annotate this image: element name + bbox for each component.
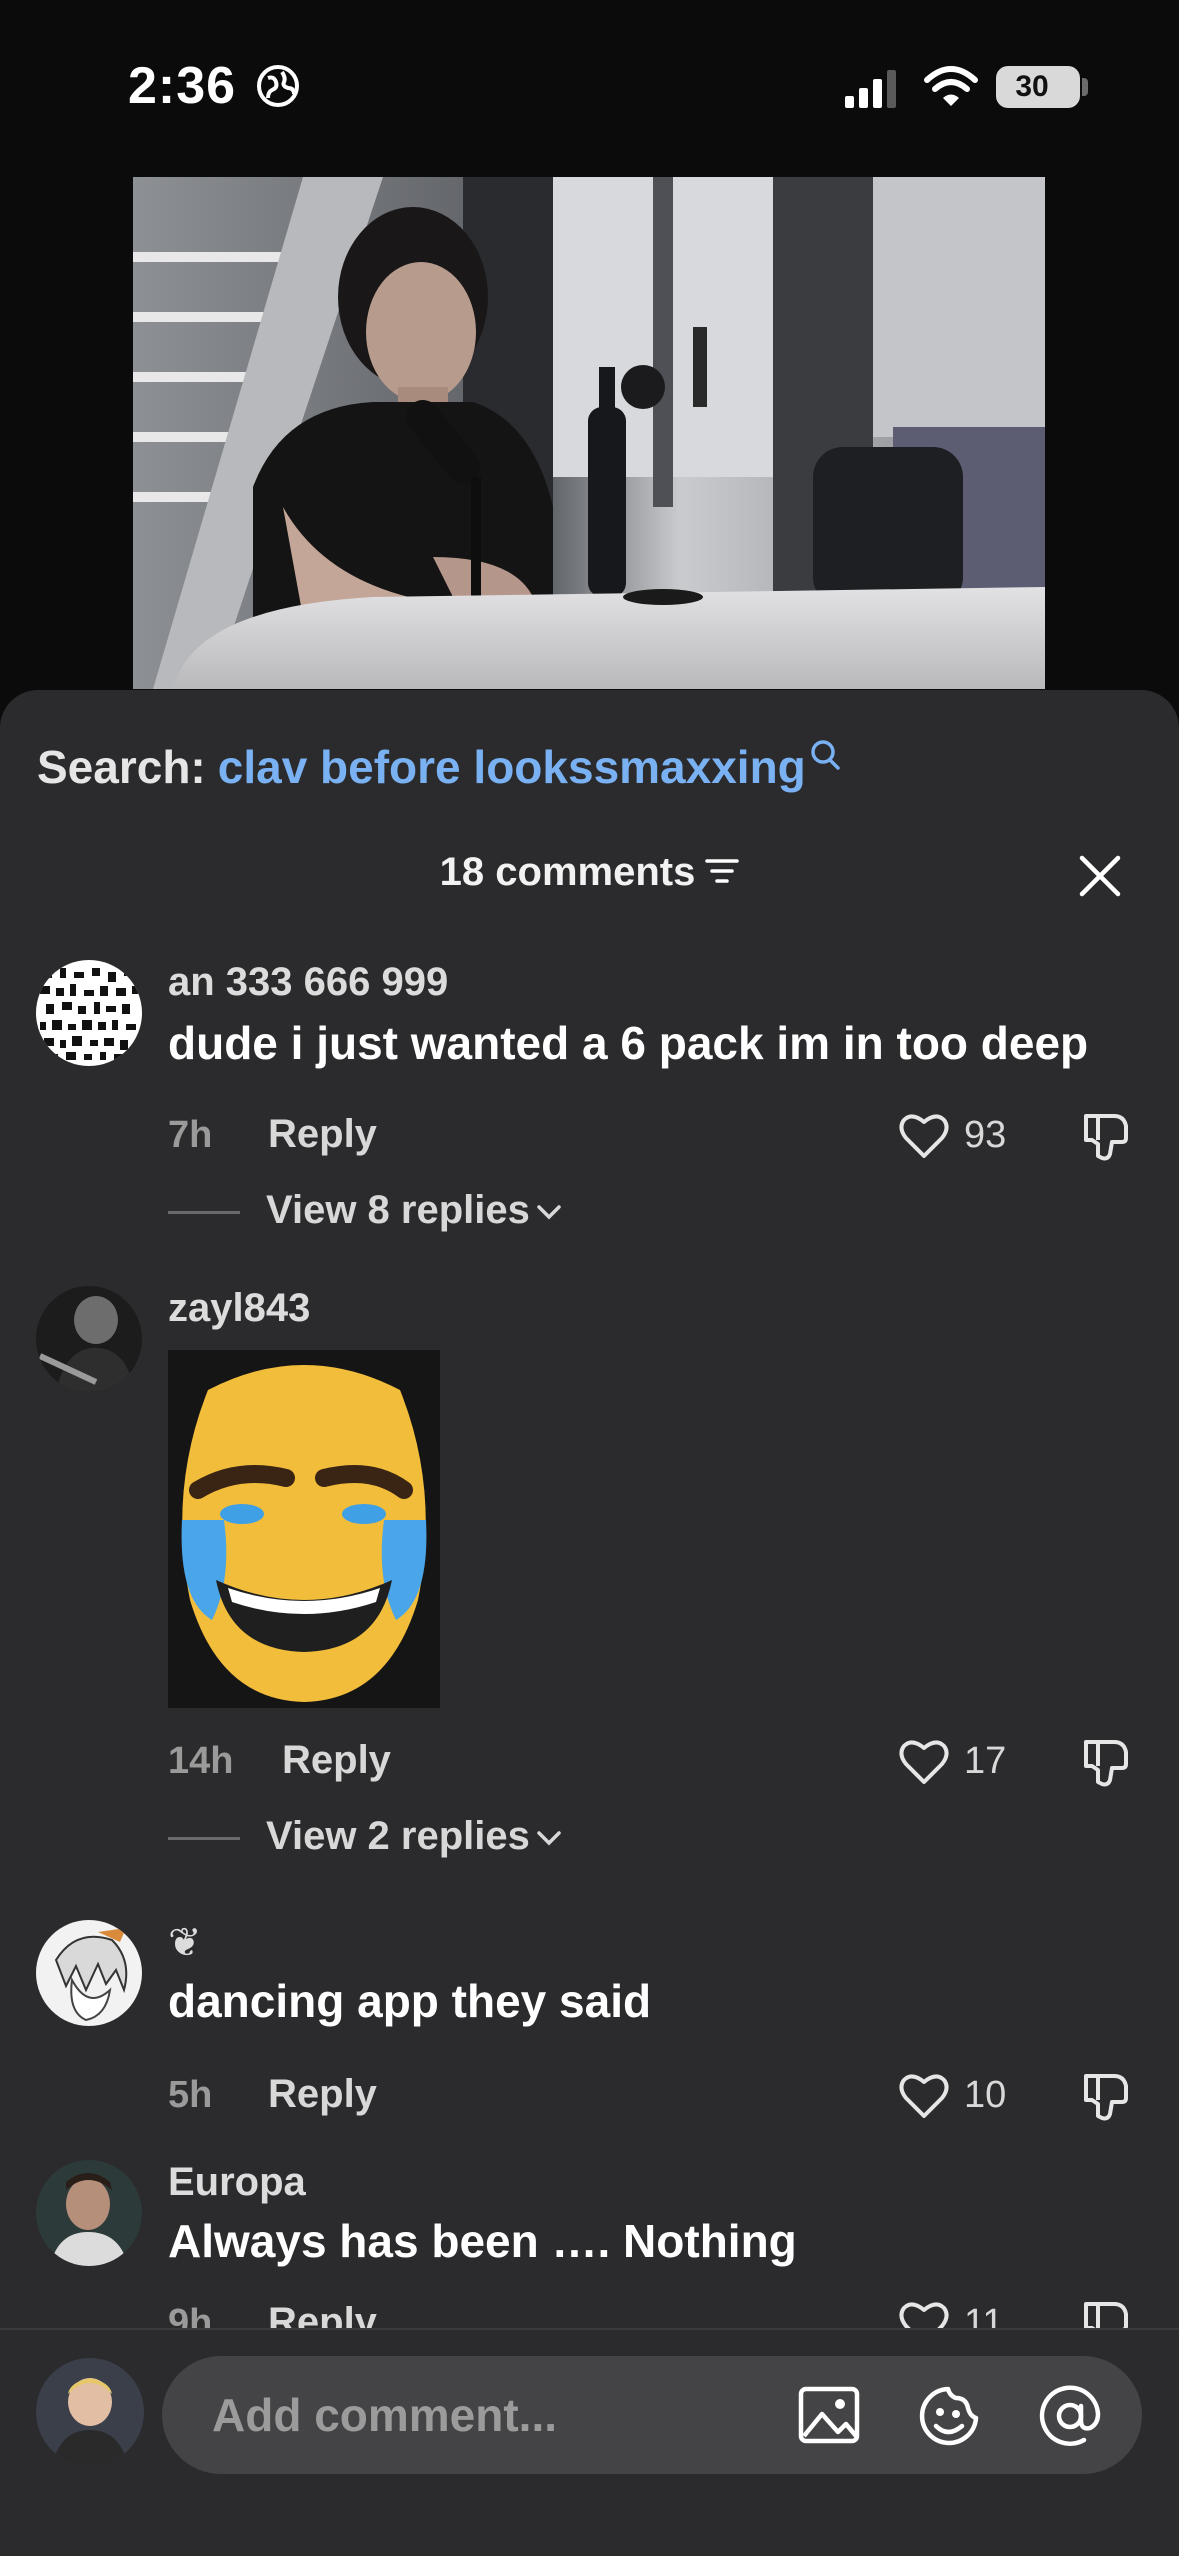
search-icon[interactable] [808,738,842,772]
comment-input-bar: Add comment... [0,2328,1179,2556]
comment-item: Europa Always has been …. Nothing 9h Rep… [0,2160,1179,2328]
dislike-icon[interactable] [1080,2298,1132,2328]
replies-divider [168,1836,240,1840]
comment-time: 14h [168,1740,234,1782]
video-player[interactable] [133,177,1045,689]
cellular-signal-icon [845,70,896,108]
replies-divider [168,1210,240,1214]
heart-icon[interactable] [898,1112,950,1160]
comment-input[interactable]: Add comment... [162,2356,1142,2474]
comments-count: 18 comments [439,850,696,894]
emoji-sticker-icon[interactable] [918,2384,982,2448]
avatar[interactable] [36,1286,142,1392]
avatar[interactable] [36,1920,142,2026]
reply-button[interactable]: Reply [282,1738,391,1783]
comment-username[interactable]: an 333 666 999 [168,960,448,1005]
status-bar: 2:36 30 [0,0,1179,170]
current-user-avatar[interactable] [36,2358,144,2466]
like-count: 10 [964,2074,1007,2116]
comment-time: 9h [168,2302,213,2328]
avatar[interactable] [36,2160,142,2266]
reply-button[interactable]: Reply [268,2072,377,2117]
globe-icon [257,65,299,107]
view-replies-button[interactable]: View 2 replies [168,1814,562,1859]
battery-level: 30 [1015,70,1049,103]
like-count: 11 [964,2302,1004,2328]
status-time: 2:36 [128,57,237,115]
like-count: 17 [964,1740,1007,1782]
mention-at-icon[interactable] [1038,2384,1102,2448]
image-icon[interactable] [798,2386,860,2444]
comment-text: dancing app they said [168,1975,652,2027]
heart-icon[interactable] [898,2072,950,2120]
comment-text: dude i just wanted a 6 pack im in too de… [168,1017,1089,1069]
comment-time: 5h [168,2074,213,2116]
comment-username[interactable]: ❦ [168,1920,202,1966]
reply-button[interactable]: Reply [268,1112,377,1157]
dislike-icon[interactable] [1080,2070,1132,2122]
sort-filter-icon[interactable] [705,856,740,886]
comment-sticker-image[interactable] [168,1350,440,1708]
heart-icon[interactable] [898,1738,950,1786]
reply-button[interactable]: Reply [268,2300,377,2328]
video-frame-image [133,177,1045,689]
comments-header: 18 comments [0,850,1179,895]
comment-placeholder: Add comment... [212,2389,558,2441]
search-label: Search: [37,741,206,793]
view-replies-button[interactable]: View 8 replies [168,1188,562,1233]
chevron-down-icon [537,1205,561,1220]
chevron-down-icon [537,1831,561,1846]
avatar[interactable] [36,960,142,1066]
comment-text: Always has been …. Nothing [168,2215,797,2267]
battery-nub [1082,78,1088,96]
view-replies-label: View 2 replies [266,1814,530,1858]
like-count: 93 [964,1114,1007,1156]
view-replies-label: View 8 replies [266,1188,530,1232]
heart-icon[interactable] [898,2300,950,2328]
comment-time: 7h [168,1114,213,1156]
dislike-icon[interactable] [1080,1736,1132,1788]
comment-username[interactable]: zayl843 [168,1286,310,1331]
dislike-icon[interactable] [1080,1110,1132,1162]
close-icon[interactable] [1076,852,1124,900]
comments-sheet: Search: clav before lookssmaxxing 18 comm… [0,690,1179,2556]
wifi-icon [924,66,978,106]
comment-username[interactable]: Europa [168,2160,306,2205]
battery-indicator: 30 [996,66,1080,108]
search-suggestion[interactable]: Search: clav before lookssmaxxing [37,740,842,800]
search-term-link[interactable]: clav before lookssmaxxing [218,741,806,793]
